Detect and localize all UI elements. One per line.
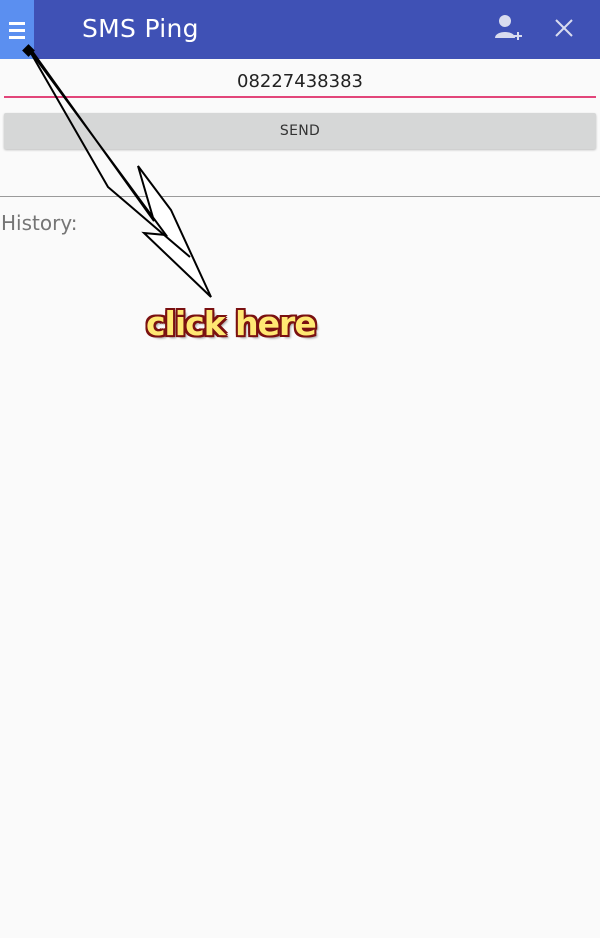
hamburger-menu-icon (9, 21, 25, 39)
app-bar: SMS Ping (0, 0, 600, 59)
send-button[interactable]: SEND (4, 113, 596, 149)
sms-ping-screen: SMS Ping SEND History: click here (0, 0, 600, 938)
add-contact-icon (495, 15, 522, 40)
divider (0, 196, 600, 197)
app-title: SMS Ping (82, 14, 199, 43)
close-icon (555, 19, 573, 37)
menu-button[interactable] (0, 0, 34, 59)
history-label: History: (1, 211, 78, 235)
close-button[interactable] (550, 14, 578, 42)
add-contact-button[interactable] (493, 12, 523, 44)
phone-number-input[interactable] (4, 66, 596, 98)
annotation-label: click here (146, 304, 317, 343)
history-list[interactable] (0, 245, 600, 935)
